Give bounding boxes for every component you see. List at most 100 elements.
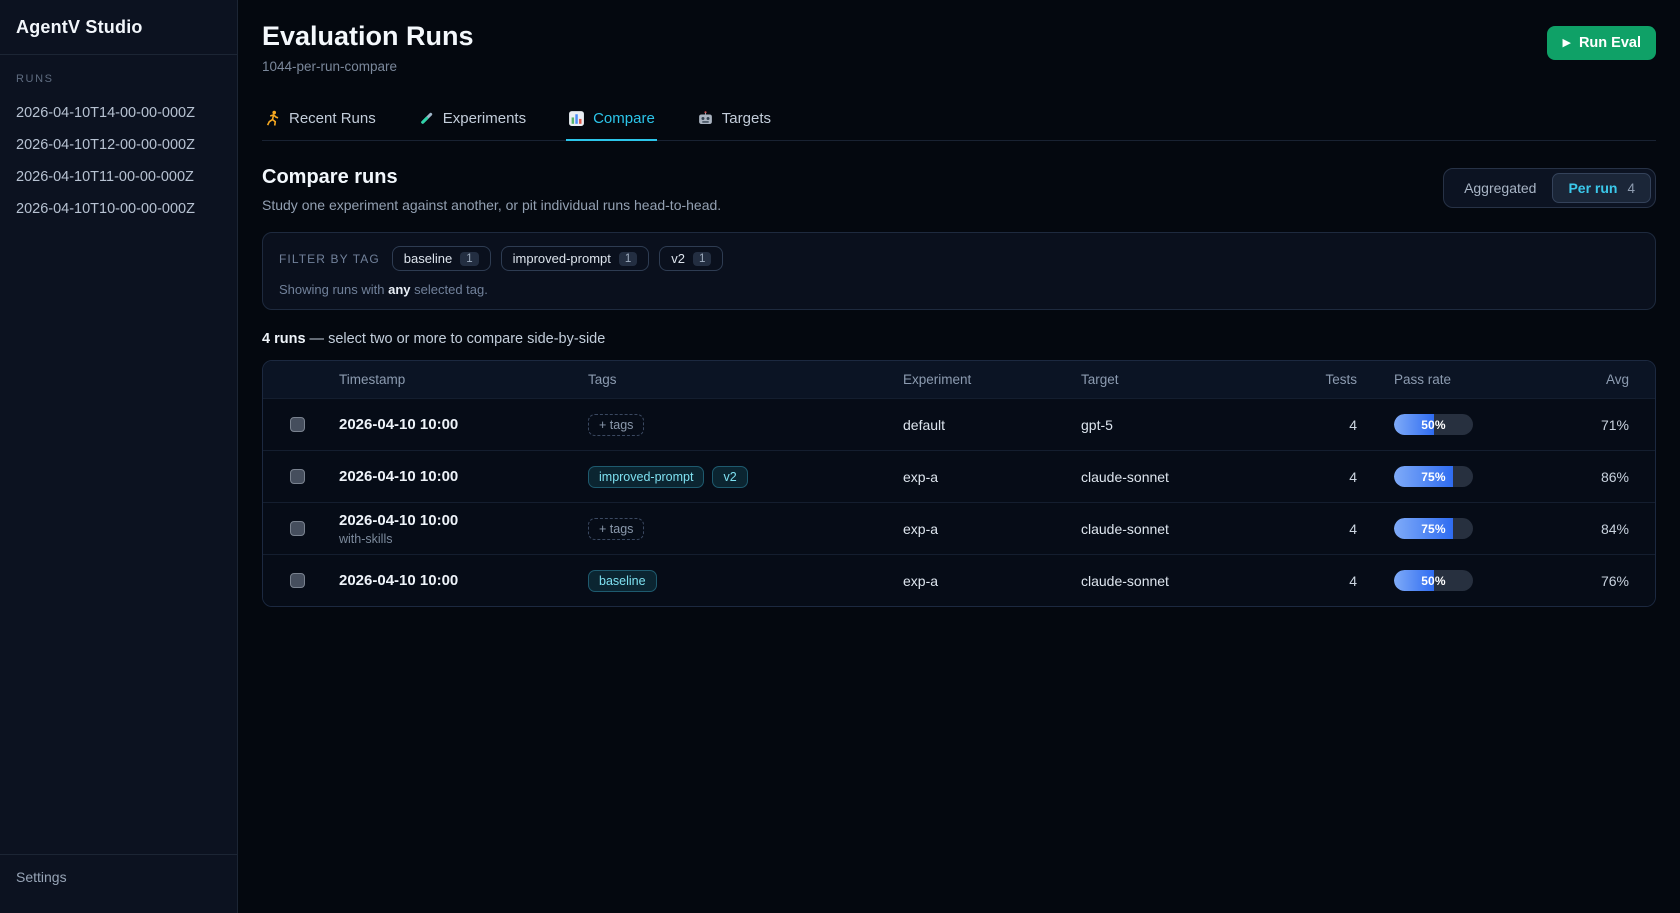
page-subtitle: 1044-per-run-compare xyxy=(262,59,474,74)
run-target: claude-sonnet xyxy=(1065,469,1267,485)
runs-table: Timestamp Tags Experiment Target Tests P… xyxy=(262,360,1656,607)
run-target: claude-sonnet xyxy=(1065,573,1267,589)
toggle-count-badge: 4 xyxy=(1627,181,1635,196)
row-checkbox[interactable] xyxy=(290,521,305,536)
run-tests-count: 4 xyxy=(1267,521,1357,537)
sidebar-run-item[interactable]: 2026-04-10T14-00-00-000Z xyxy=(16,97,221,129)
tab-compare[interactable]: Compare xyxy=(566,101,657,141)
page-title: Evaluation Runs xyxy=(262,21,474,52)
pass-rate-pill: 75% xyxy=(1394,518,1473,539)
table-row: 2026-04-10 10:00 with-skills + tags exp-acl… xyxy=(263,502,1655,554)
page-header: Evaluation Runs 1044-per-run-compare ▶ R… xyxy=(262,0,1656,74)
filter-tag-name: v2 xyxy=(671,251,685,266)
tab-targets[interactable]: Targets xyxy=(695,101,773,141)
run-avg: 84% xyxy=(1567,521,1655,537)
column-checkbox xyxy=(263,370,323,390)
row-checkbox[interactable] xyxy=(290,573,305,588)
filter-note-any: any xyxy=(388,282,410,297)
filter-note: Showing runs with any selected tag. xyxy=(279,282,1639,297)
run-timestamp: 2026-04-10 10:00 xyxy=(339,572,572,589)
tag-chip-baseline[interactable]: baseline xyxy=(588,570,657,592)
run-avg: 86% xyxy=(1567,469,1655,485)
pass-rate-pill: 75% xyxy=(1394,466,1473,487)
tab-label: Targets xyxy=(722,110,771,127)
filter-note-prefix: Showing runs with xyxy=(279,282,388,297)
column-tests: Tests xyxy=(1267,362,1357,397)
tab-label: Compare xyxy=(593,110,655,127)
run-sublabel: with-skills xyxy=(339,532,572,546)
sidebar-run-item[interactable]: 2026-04-10T11-00-00-000Z xyxy=(16,161,221,193)
run-avg: 71% xyxy=(1567,417,1655,433)
compare-title: Compare runs xyxy=(262,166,721,189)
run-experiment: exp-a xyxy=(887,521,1065,537)
filter-note-suffix: selected tag. xyxy=(411,282,488,297)
filter-tag-baseline[interactable]: baseline 1 xyxy=(392,246,491,271)
pass-rate-label: 50% xyxy=(1394,570,1473,591)
tab-label: Experiments xyxy=(443,110,526,127)
column-tags: Tags xyxy=(572,362,887,397)
table-header-row: Timestamp Tags Experiment Target Tests P… xyxy=(263,361,1655,398)
runner-icon xyxy=(264,110,281,127)
run-list: 2026-04-10T14-00-00-000Z2026-04-10T12-00… xyxy=(16,97,221,225)
run-experiment: exp-a xyxy=(887,573,1065,589)
column-avg: Avg xyxy=(1567,362,1655,397)
filter-tag-name: baseline xyxy=(404,251,452,266)
filter-by-tag-label: FILTER BY TAG xyxy=(279,252,380,266)
column-experiment: Experiment xyxy=(887,362,1065,397)
run-avg: 76% xyxy=(1567,573,1655,589)
test-tube-icon xyxy=(418,110,435,127)
bar-chart-icon xyxy=(568,110,585,127)
run-experiment: default xyxy=(887,417,1065,433)
row-checkbox[interactable] xyxy=(290,469,305,484)
tab-bar: Recent Runs Experiments Compare Targets xyxy=(262,101,1656,141)
settings-link[interactable]: Settings xyxy=(16,869,221,885)
tag-chip-v2[interactable]: v2 xyxy=(712,466,747,488)
sidebar-run-item[interactable]: 2026-04-10T12-00-00-000Z xyxy=(16,129,221,161)
toggle-option-aggregated[interactable]: Aggregated xyxy=(1448,173,1552,203)
run-eval-button[interactable]: ▶ Run Eval xyxy=(1547,26,1656,60)
table-row: 2026-04-10 10:00 baseline exp-aclaude-sonn… xyxy=(263,554,1655,606)
run-target: gpt-5 xyxy=(1065,417,1267,433)
sidebar: AgentV Studio RUNS 2026-04-10T14-00-00-0… xyxy=(0,0,238,913)
filter-tag-list: baseline 1 improved-prompt 1 v21 xyxy=(392,246,724,271)
tab-recent-runs[interactable]: Recent Runs xyxy=(262,101,378,141)
tag-chip-improved-prompt[interactable]: improved-prompt xyxy=(588,466,704,488)
robot-icon xyxy=(697,110,714,127)
tab-label: Recent Runs xyxy=(289,110,376,127)
toggle-option-label: Aggregated xyxy=(1464,180,1536,196)
filter-tag-v2[interactable]: v21 xyxy=(659,246,723,271)
pass-rate-label: 50% xyxy=(1394,414,1473,435)
app-title: AgentV Studio xyxy=(16,17,221,38)
add-tags-button[interactable]: + tags xyxy=(588,518,644,540)
run-eval-label: Run Eval xyxy=(1579,35,1641,51)
toggle-option-per-run[interactable]: Per run 4 xyxy=(1552,173,1651,203)
run-timestamp: 2026-04-10 10:00 xyxy=(339,512,572,529)
runs-section-label: RUNS xyxy=(16,73,221,85)
run-tests-count: 4 xyxy=(1267,469,1357,485)
column-target: Target xyxy=(1065,362,1267,397)
toggle-option-label: Per run xyxy=(1568,180,1617,196)
tab-experiments[interactable]: Experiments xyxy=(416,101,528,141)
runs-summary-count: 4 runs xyxy=(262,331,306,347)
run-experiment: exp-a xyxy=(887,469,1065,485)
pass-rate-label: 75% xyxy=(1394,518,1473,539)
filter-tag-count: 1 xyxy=(460,252,478,266)
filter-panel: FILTER BY TAG baseline 1 improved-prompt 1 v… xyxy=(262,232,1656,310)
table-row: 2026-04-10 10:00improved-promptv2exp-acl… xyxy=(263,450,1655,502)
run-tests-count: 4 xyxy=(1267,417,1357,433)
play-icon: ▶ xyxy=(1562,38,1570,49)
filter-tag-count: 1 xyxy=(619,252,637,266)
column-timestamp: Timestamp xyxy=(323,362,572,397)
row-checkbox[interactable] xyxy=(290,417,305,432)
run-target: claude-sonnet xyxy=(1065,521,1267,537)
filter-tag-improved-prompt[interactable]: improved-prompt 1 xyxy=(501,246,650,271)
runs-table-body: 2026-04-10 10:00+ tagsdefaultgpt-5450%71… xyxy=(263,398,1655,606)
sidebar-footer: Settings xyxy=(0,854,237,913)
sidebar-run-item[interactable]: 2026-04-10T10-00-00-000Z xyxy=(16,193,221,225)
run-timestamp: 2026-04-10 10:00 xyxy=(339,416,572,433)
sidebar-header: AgentV Studio xyxy=(0,0,237,55)
runs-summary-text: — select two or more to compare side-by-… xyxy=(306,331,606,347)
filter-tag-name: improved-prompt xyxy=(513,251,611,266)
add-tags-button[interactable]: + tags xyxy=(588,414,644,436)
compare-subtitle: Study one experiment against another, or… xyxy=(262,197,721,213)
